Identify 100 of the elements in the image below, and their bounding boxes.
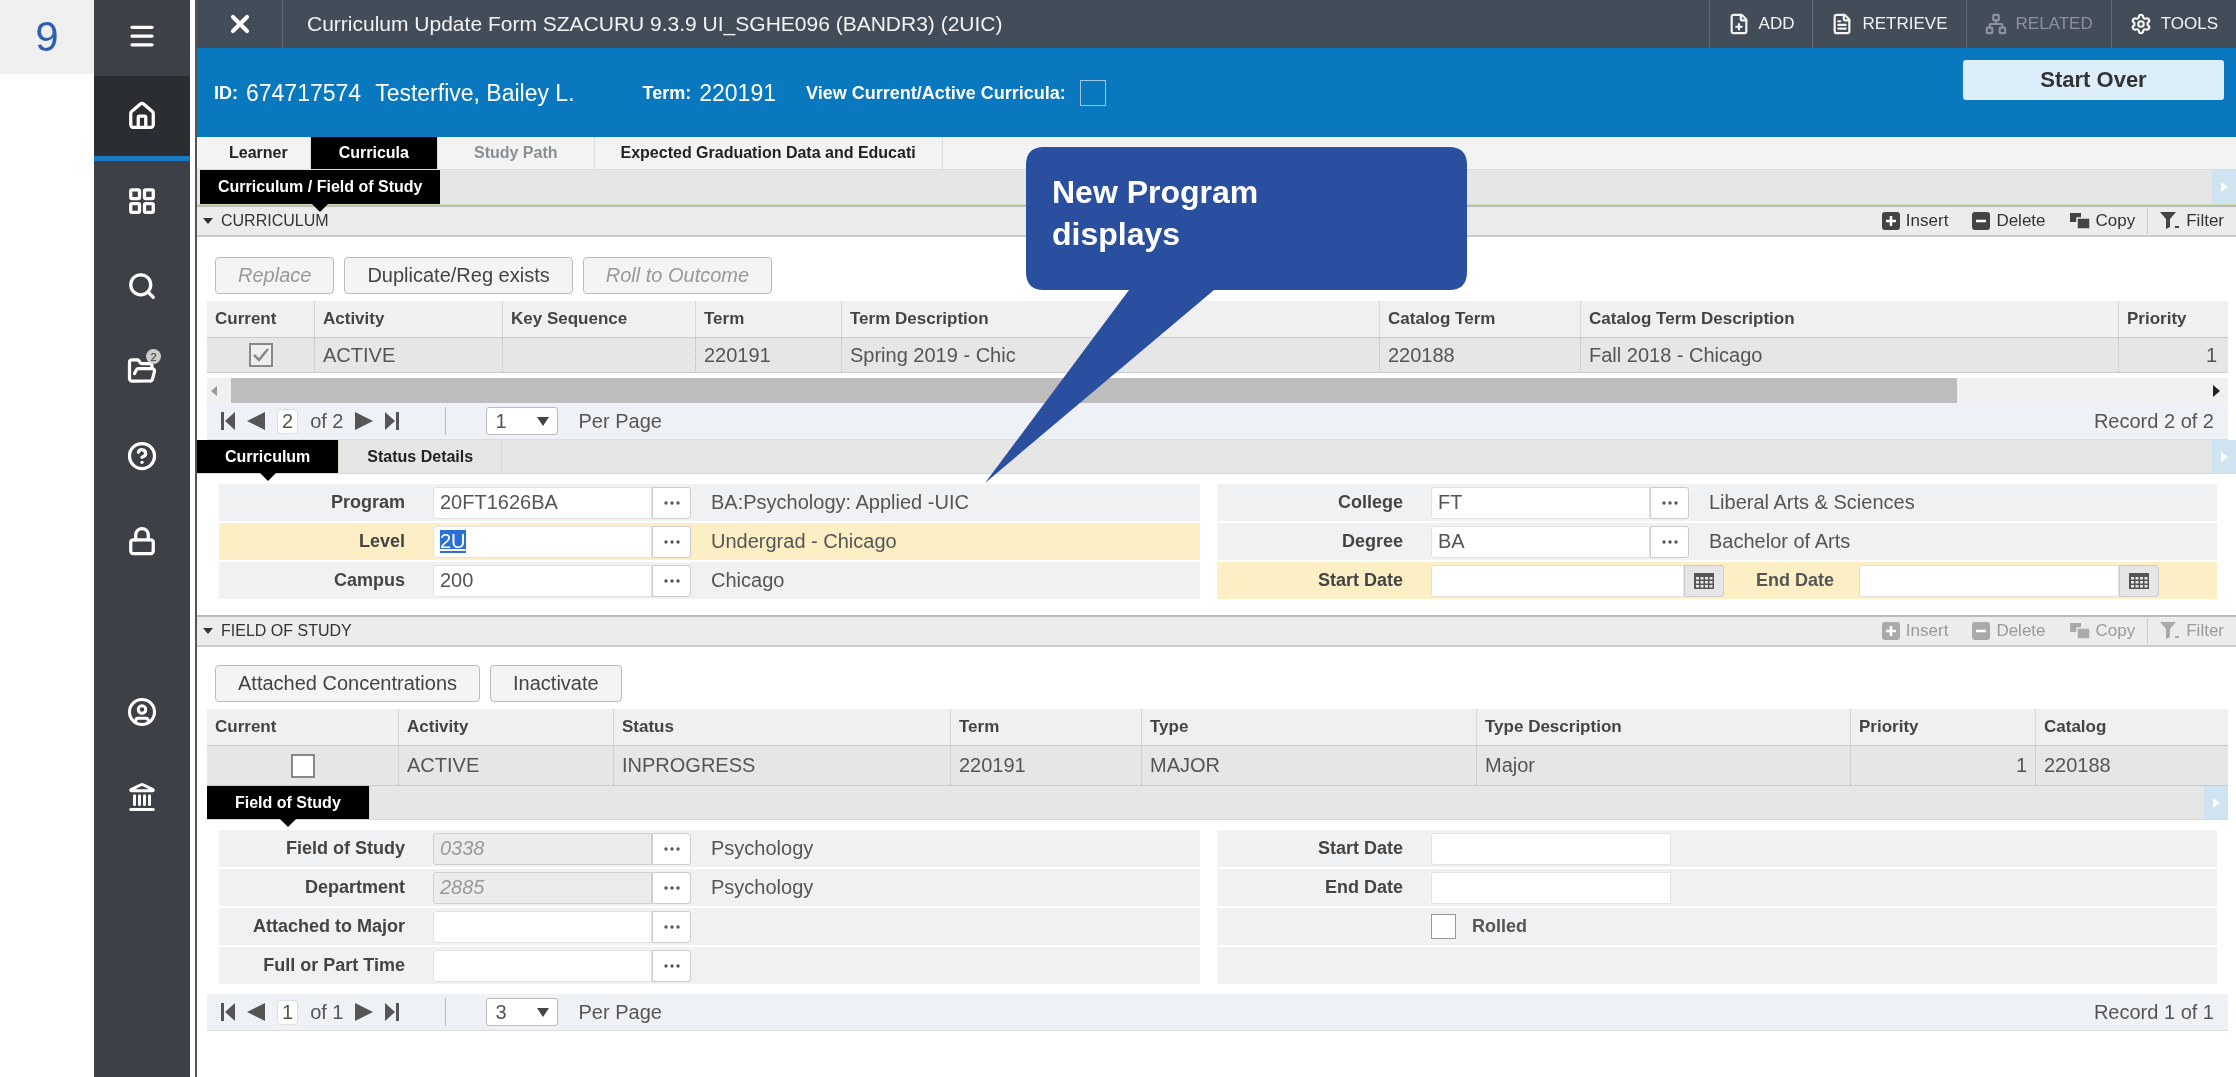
window-title: Curriculum Update Form SZACURU 9.3.9 UI_SGHE096 (BANDR3) (2UIC) (306, 11, 1004, 38)
field-label: End Date (1756, 570, 1834, 591)
gear-icon (2129, 13, 2152, 35)
horizontal-scrollbar[interactable] (207, 378, 2228, 403)
start-over-button[interactable]: Start Over (1963, 60, 2224, 100)
rolled-checkbox[interactable] (1431, 914, 1456, 939)
last-page-icon[interactable] (385, 412, 400, 430)
input-field[interactable] (433, 910, 652, 943)
minus-square-icon (1972, 212, 1991, 230)
record-count: Record 1 of 1 (2093, 1000, 2214, 1024)
home-icon (127, 101, 157, 131)
next-page-icon[interactable] (355, 1003, 374, 1021)
ellipsis-icon (663, 963, 680, 968)
learner-name: Testerfive, Bailey L. (375, 79, 575, 107)
form-button[interactable]: Attached Concentrations (215, 665, 481, 702)
page-count: of 1 (310, 1000, 344, 1024)
table-cell: 220188 (1379, 338, 1580, 372)
column-header: Activity (398, 709, 613, 745)
caret-down-icon (537, 416, 550, 426)
field-label: Attached to Major (252, 916, 406, 937)
plus-square-icon (1881, 622, 1900, 640)
column-header: Catalog Term Description (1580, 301, 2118, 337)
sidebar-item[interactable]: 2 (94, 331, 190, 416)
caret-right-icon (2212, 797, 2220, 808)
per-page-select[interactable]: 1 (486, 407, 559, 435)
table-cell: 220188 (2035, 746, 2225, 785)
calendar-icon (1694, 572, 1714, 589)
calendar-button[interactable] (1684, 564, 1724, 597)
per-page-select[interactable]: 3 (486, 998, 559, 1026)
help-icon (127, 441, 157, 471)
ellipsis-icon (663, 885, 680, 890)
caret-right-icon (2220, 182, 2228, 192)
field-label: Start Date (1316, 838, 1404, 859)
table-cell: 1 (1850, 746, 2035, 785)
ellipsis-icon (1661, 539, 1678, 544)
input-field[interactable]: 20FT1626BA (433, 486, 652, 519)
date-field[interactable] (1431, 564, 1684, 597)
field-value: 20FT1626BA (440, 491, 558, 514)
column-header: Catalog (2035, 709, 2225, 745)
id-label: ID: (214, 82, 238, 104)
column-header: Term (695, 301, 841, 337)
page-field[interactable]: 1 (277, 999, 299, 1025)
field-description: Bachelor of Arts (1709, 530, 1851, 553)
next-page-icon[interactable] (355, 412, 374, 430)
previous-page-icon[interactable] (247, 412, 265, 430)
field-label: College (1337, 492, 1404, 513)
column-header: Priority (1850, 709, 2035, 745)
filter-icon (2160, 212, 2181, 230)
tab[interactable]: Learner (207, 137, 311, 169)
field-description: BA:Psychology: Applied -UIC (711, 491, 969, 514)
delete-button[interactable]: Delete (1960, 208, 2058, 234)
field-label: Level (357, 531, 406, 552)
field-description: Undergrad - Chicago (711, 530, 897, 553)
table-row[interactable]: ACTIVE 220191 Spring 2019 - Chic 220188 Fall 2018 - Chicago 1 (207, 338, 2228, 373)
user-icon (127, 697, 157, 727)
view-current-checkbox[interactable] (1079, 80, 1106, 106)
column-header: Type Description (1476, 709, 1850, 745)
first-page-icon[interactable] (221, 1003, 235, 1021)
first-page-icon[interactable] (221, 412, 235, 430)
input-field[interactable]: BA (1431, 525, 1650, 558)
calendar-icon (2129, 572, 2149, 589)
sidebar-item[interactable] (94, 76, 190, 161)
table-cell: 220191 (950, 746, 1141, 785)
sub-tab[interactable]: Status Details (339, 440, 503, 473)
filter-button[interactable]: Filter (2147, 208, 2236, 234)
step-number: 9 (0, 0, 94, 74)
copy-icon (2069, 213, 2090, 229)
copy-button[interactable]: Copy (2057, 208, 2148, 234)
bank-icon (127, 782, 157, 812)
date-field[interactable] (1431, 871, 1671, 904)
term-label: Term: (642, 82, 692, 104)
check-icon (252, 348, 269, 362)
insert-button[interactable]: Insert (1869, 208, 1961, 234)
tab[interactable]: Curricula (310, 137, 438, 169)
input-field[interactable]: FT (1431, 486, 1650, 519)
field-label: End Date (1324, 877, 1404, 898)
caret-down-icon[interactable] (203, 626, 213, 636)
previous-page-icon[interactable] (247, 1003, 265, 1021)
table-cell: MAJOR (1141, 746, 1476, 785)
date-field[interactable] (1431, 832, 1671, 865)
table-cell: 220191 (695, 338, 841, 372)
input-field[interactable]: 2U (433, 525, 652, 558)
per-page-label: Per Page (578, 1000, 662, 1024)
grid-icon (127, 186, 157, 216)
table-row[interactable]: ACTIVE INPROGRESS 220191 MAJOR Major 1 220188 (207, 746, 2228, 786)
input-field[interactable]: 200 (433, 564, 652, 597)
form-button[interactable]: Duplicate/Reg exists (344, 257, 573, 294)
date-field[interactable] (1859, 564, 2119, 597)
tab[interactable]: Expected Graduation Data and Educati (594, 137, 943, 169)
table-cell: INPROGRESS (613, 746, 950, 785)
form-button[interactable]: Inactivate (490, 665, 622, 702)
view-current-label: View Current/Active Curricula: (806, 82, 1066, 104)
page-field[interactable]: 2 (277, 408, 299, 434)
scroll-right-icon (2213, 384, 2220, 397)
input-field[interactable] (433, 949, 652, 982)
calendar-button[interactable] (2119, 564, 2159, 597)
column-header: Term (950, 709, 1141, 745)
field-label: Campus (333, 570, 406, 591)
last-page-icon[interactable] (385, 1003, 400, 1021)
caret-down-icon[interactable] (203, 216, 213, 226)
